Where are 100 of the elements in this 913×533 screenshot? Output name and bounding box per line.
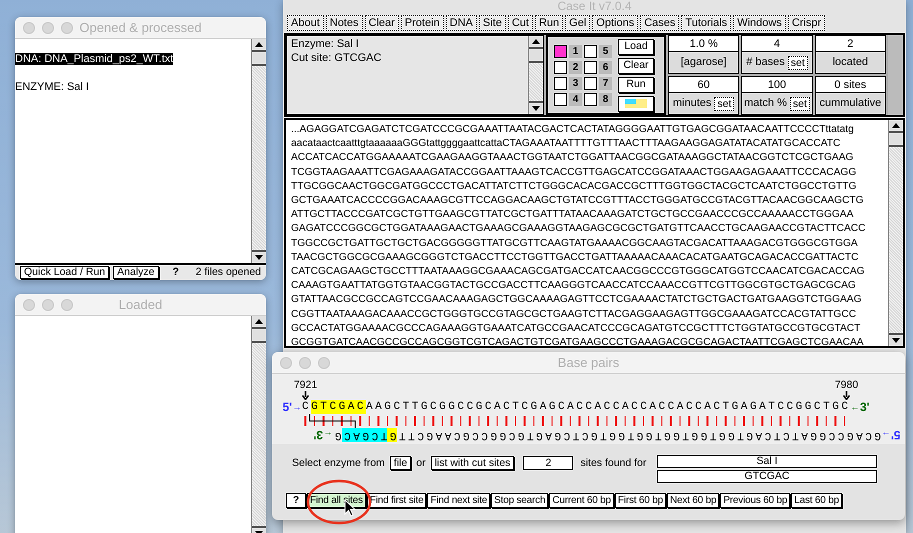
lane-checkbox[interactable] <box>584 44 597 58</box>
lane-number: 5 <box>599 44 612 58</box>
lane-checkbox[interactable] <box>584 76 597 90</box>
strand-arrow: ← <box>850 401 860 414</box>
set-button[interactable]: set <box>790 96 810 110</box>
scroll-thumb[interactable] <box>252 52 266 66</box>
window-title: Base pairs <box>558 354 620 372</box>
menu-button[interactable]: Site <box>478 15 506 31</box>
lane-checkbox[interactable] <box>554 60 567 74</box>
setting-value: 2 <box>816 36 885 52</box>
lane-number: 3 <box>569 76 582 90</box>
strand-arrow: → <box>881 429 891 442</box>
help-button[interactable]: ? <box>286 493 306 508</box>
or-label: or <box>416 456 426 470</box>
color-swatch-icon <box>625 99 647 108</box>
lane-checkbox[interactable] <box>584 60 597 74</box>
scroll-thumb[interactable] <box>252 329 266 343</box>
scrollbar[interactable] <box>251 316 266 533</box>
up-arrow-icon[interactable] <box>892 123 900 128</box>
scroll-thumb[interactable] <box>529 49 543 63</box>
menu-button[interactable]: Tutorials <box>681 15 732 31</box>
window-title: Opened & processed <box>79 18 202 37</box>
cut-line <box>309 414 356 428</box>
search-button[interactable]: Current 60 bp <box>549 493 614 508</box>
down-arrow-icon[interactable] <box>892 338 900 343</box>
highlight-circle <box>306 479 372 525</box>
window-title: Loaded <box>118 296 162 314</box>
search-button[interactable]: Last 60 bp <box>791 493 842 508</box>
status-text: 2 files opened <box>196 264 261 280</box>
menu-button[interactable]: Run <box>534 15 564 31</box>
lane-checkbox[interactable] <box>584 92 597 106</box>
lane-number: 6 <box>599 60 612 74</box>
down-arrow-icon <box>843 391 850 400</box>
menu-button[interactable]: Clear <box>364 15 399 31</box>
enzyme-name-field[interactable]: Sal I <box>657 455 877 468</box>
scrollbar[interactable] <box>528 36 543 114</box>
menu-button[interactable]: DNA <box>446 15 477 31</box>
sites-count-field[interactable]: 2 <box>523 456 574 470</box>
lane-checkbox[interactable] <box>554 76 567 90</box>
setting-label: minutes <box>672 96 712 112</box>
menu-button[interactable]: Gel <box>565 15 590 31</box>
strand-end-label: 5' <box>891 428 902 442</box>
dna-strand: C GTCGAC AAGCTTGCGGCCGCACTCGAGCACCACCACCACCACCACTGAGATCCGGCTGC <box>302 400 850 414</box>
list-button[interactable]: list with cut sites <box>430 456 514 470</box>
up-arrow-icon[interactable] <box>255 319 263 324</box>
menu-button[interactable]: Cut <box>508 15 533 31</box>
scrollbar[interactable] <box>251 39 266 263</box>
menu-button[interactable]: Crispr <box>788 15 826 31</box>
search-button[interactable]: First 60 bp <box>614 493 666 508</box>
setting-label: cummulative <box>819 96 882 112</box>
highlighted-site: GTCGAC <box>311 400 366 414</box>
cut-site-field[interactable]: GTCGAC <box>657 470 877 483</box>
setting-label: [agarose] <box>680 55 727 70</box>
found-label: sites found for <box>580 456 646 470</box>
scroll-thumb[interactable] <box>889 133 903 147</box>
help-mark[interactable]: ? <box>172 264 179 280</box>
search-button[interactable]: Find next site <box>427 493 490 508</box>
toolbar-button[interactable]: Analyze <box>113 266 158 279</box>
position-number: 7980 <box>834 379 858 391</box>
color-button[interactable] <box>618 96 654 112</box>
down-arrow-icon[interactable] <box>532 106 540 111</box>
toolbar-button[interactable]: Quick Load / Run <box>20 266 110 279</box>
lane-checkbox[interactable] <box>554 92 567 106</box>
lane-checkbox[interactable] <box>554 44 567 58</box>
strand-arrow: ← <box>323 429 333 442</box>
strand-end-label: 3' <box>860 400 871 414</box>
up-arrow-icon[interactable] <box>532 39 540 44</box>
file-entry[interactable]: ENZYME: Sal I <box>15 81 89 93</box>
menu-button[interactable]: About <box>287 15 324 31</box>
strand-end-label: 5' <box>281 400 292 414</box>
lane-button[interactable]: Clear <box>618 58 654 74</box>
select-label: Select enzyme from <box>292 456 385 470</box>
search-button[interactable]: Previous 60 bp <box>720 493 790 508</box>
lane-number: 7 <box>599 76 612 90</box>
scrollbar[interactable] <box>888 120 903 346</box>
file-button[interactable]: file <box>390 456 412 470</box>
strand-end-label: 3' <box>312 428 323 442</box>
menu-button[interactable]: Windows <box>733 15 786 31</box>
lane-button[interactable]: Run <box>618 76 654 92</box>
menu-button[interactable]: Notes <box>326 15 362 31</box>
menu-button[interactable]: Options <box>592 15 638 31</box>
menu-button[interactable]: Protein <box>400 15 444 31</box>
highlighted-site: TCGAC <box>342 428 388 442</box>
lane-button[interactable]: Load <box>618 38 654 54</box>
set-button[interactable]: set <box>788 56 808 70</box>
menu-button[interactable]: Cases <box>640 15 680 31</box>
lane-number: 2 <box>569 60 582 74</box>
file-entry[interactable]: DNA: DNA_Plasmid_ps2_WT.txt <box>15 53 174 65</box>
setting-value: 1.0 % <box>669 36 738 52</box>
up-arrow-icon[interactable] <box>255 42 263 47</box>
search-button[interactable]: Next 60 bp <box>666 493 720 508</box>
sequence-text: ...AGAGGATCGAGATCTCGATCCCGCGAAATTAATACGACTCACTATAGGGGAATTGTGAGCGGATAACAATTCCCCTttatatg aacataactcaatttgtaaaaaaGGGtattggggaattcattaCTAGAAATAATTTTGTTTAACTTTAAGAAGGAGATATACATATGCACCATC ACCATCACCATGGAAAAATCGAAGAAGGTAAACTGGTAATCTGGATTAACGGCGATAAAGGCTATAACGGTCTCGCTGAAG TCGGTAAGAAATTCGAGAAAGATACCGGAATTAAAGTCACCGTTGAGCATCCGGATAAACTGGAAGAGAAATTCCCACAGG TTGCGGCAACTGGCGATGGCCCTGACATTATCTTCTGGGCACACGACCGCTTTGGTGGCTACGCTCAATCTGGCCTGTTG GCTGAAATCACCCCGGACAAAGCGTTCCAGGACAAGCTGTATCCGTTTACCTGGGATGCCGTACGTTACAACGGCAAGCTG ATTGCTTACCCGATCGCTGTTGAAGCGTTATCGCTGATTTATAACAAAGATCTGCTGCCGAACCCGCCAAAAACCTGGGAA GAGATCCCGGCGCTGGATAAAGAACTGAAAGCGAAAGGTAAGAGCGCGCTGATGTTCAACCTGCAAGAACCGTACTTCACC TGGCCGCTGATTGCTGCTGACGGGGGTTATGCGTTCAAGTATGAAAACGGCAAGTACGACATTAAAGACGTGGGCGTGGA TAACGCTGGCGCGAAAGCGGGTCTGACCTTCCTGGTTGACCTGATTAAAAACAAACACATGAATGCAGACACCGATTACTC CATCGCAGAAGCTGCCTTTAATAAAGGCGAAACAGCGATGACCATCAACGGCCCGTGGGCATGGTCCAACATCGACACCAG CAAAGTGAATTATGGTGTAACGGTACTGCCGACCTTCAAGGGTCAACCATCCAAACCGTTCGTTGGCGTGCTGAGCGCAG GTATTAACGCCGCCAGTCCGAACAAAGAGCTGGCAAAAGAGTTCCTCGAAAACTATCTGCTGACTGATGAAGGTCTGGAAG CGGTTAATAAAGACAAACCGCTGGGTGCCGTAGCGCTGAAGTCTTACGAGGAAGAGTTGGCGAAAGATCCACGTATTGCC GCCACTATGGAAAACGCCCAGAAAGGTGAAATCATGCCGAACATCCCGCAGATGTCCGCTTTCTGGTATGCCGTGCGTACT GCGGTGATCAACGCCGCCAGCGGTCGTCAGACTGTCGATGAAGCCCTGAAAGACGCGCAGACTAATTCGAGCTCGAACAA <box>290 123 866 346</box>
search-button[interactable]: Stop search <box>491 493 548 508</box>
setting-label: match % <box>744 96 787 112</box>
down-arrow-icon[interactable] <box>255 255 263 260</box>
lane-number: 8 <box>599 92 612 106</box>
lane-number: 1 <box>569 44 582 58</box>
highlighted-site: G <box>387 428 397 442</box>
set-button[interactable]: set <box>714 96 734 110</box>
setting-value: 60 <box>669 77 738 93</box>
